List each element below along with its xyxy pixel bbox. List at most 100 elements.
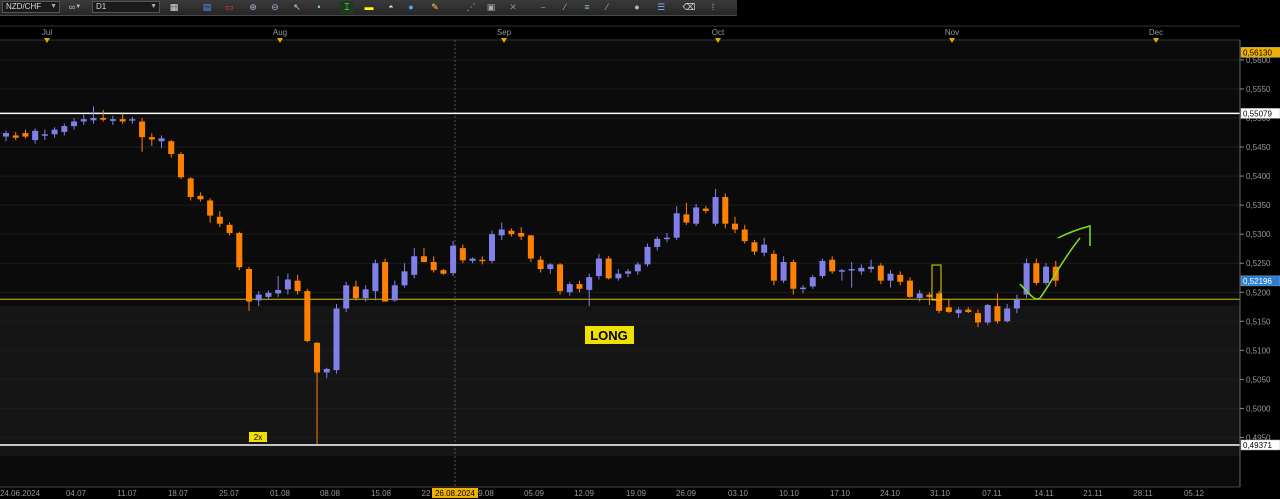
candle-body: [712, 196, 719, 224]
candle-body: [634, 264, 641, 272]
price-tick-label: 0,5150: [1246, 317, 1271, 326]
candle-body: [401, 271, 408, 286]
candle-body: [858, 267, 865, 272]
candle-body: [702, 208, 709, 211]
candle-body: [80, 119, 87, 122]
candle-body: [187, 178, 194, 197]
candle-body: [304, 291, 311, 342]
date-label: 18.07: [168, 489, 189, 498]
candle-body: [391, 285, 398, 301]
top-price-marker-text: 0,56130: [1243, 48, 1272, 57]
candle-body: [984, 305, 991, 323]
candle-body: [323, 368, 330, 373]
candle-body: [168, 141, 175, 155]
candle-body: [770, 253, 777, 281]
candle-body: [663, 237, 670, 240]
price-tick-label: 0,5550: [1246, 85, 1271, 94]
candle-body: [868, 266, 875, 270]
candle-body: [90, 117, 97, 121]
candle-body: [547, 264, 554, 270]
price-tick-label: 0,5400: [1246, 172, 1271, 181]
candle-body: [877, 265, 884, 281]
top-axis-bg: [0, 26, 1240, 40]
candle-body: [595, 258, 602, 276]
date-label: 26.09: [676, 489, 697, 498]
candle-body: [246, 269, 252, 302]
candle-body: [489, 234, 495, 261]
candle-body: [1004, 308, 1011, 322]
date-label: 05.12: [1184, 489, 1205, 498]
price-tick-label: 0,5100: [1246, 346, 1271, 355]
candle-body: [586, 277, 593, 290]
candle-body: [693, 207, 700, 224]
resistance-price-marker-text: 0,55079: [1243, 109, 1272, 118]
candle-body: [732, 223, 738, 230]
candle-body: [537, 259, 544, 270]
multiplier-badge: 2x: [249, 432, 267, 442]
candle-body: [761, 244, 768, 253]
candle-body: [566, 284, 573, 293]
candle-body: [741, 229, 748, 242]
candle-body: [71, 121, 78, 127]
price-tick-label: 0,5050: [1246, 375, 1271, 384]
candle-body: [294, 280, 301, 292]
month-label: Jul: [42, 28, 52, 37]
candle-body: [177, 154, 184, 178]
candle-body: [430, 262, 437, 271]
date-label: 24.06.2024: [0, 489, 41, 498]
candle-body: [207, 200, 214, 216]
candle-body: [372, 263, 379, 292]
candle-body: [333, 308, 340, 371]
candle-body: [216, 216, 223, 224]
candle-body: [382, 262, 389, 302]
candle-body: [469, 258, 476, 261]
candle-body: [615, 273, 622, 279]
bottom-time-axis: 24.06.2024 04.07 11.07 18.07 25.07 01.08 08.08…: [0, 486, 1280, 499]
candle-body: [906, 280, 913, 297]
candle-body: [3, 133, 9, 137]
candle-body: [722, 196, 729, 224]
candle-body: [197, 195, 204, 200]
date-label: 22: [422, 489, 431, 498]
price-tick-label: 0,5300: [1246, 230, 1271, 239]
date-label: 31.10: [930, 489, 951, 498]
date-label: 01.08: [270, 489, 291, 498]
selected-date-label: 26.08.2024: [435, 489, 476, 498]
candle-body: [625, 271, 632, 274]
candle-body: [255, 294, 262, 301]
candle-body: [51, 129, 58, 135]
candle-body: [440, 270, 447, 274]
month-label: Sep: [497, 28, 512, 37]
date-label: 12.09: [574, 489, 595, 498]
candle-body: [965, 309, 972, 313]
chart-canvas[interactable]: Jul Aug Sep Oct Nov Dec LONG 2x 0,56000,55500…: [0, 0, 1280, 499]
date-label: 25.07: [219, 489, 240, 498]
date-label: 14.11: [1034, 489, 1054, 498]
candle-body: [916, 293, 923, 299]
candle-body: [22, 133, 29, 137]
candle-body: [809, 277, 816, 287]
candle-body: [508, 230, 515, 235]
candle-body: [362, 289, 369, 299]
candle-body: [32, 130, 39, 141]
candle-body: [158, 138, 165, 142]
candle-body: [955, 309, 962, 314]
candle-body: [343, 285, 350, 309]
month-label: Aug: [273, 28, 287, 37]
candle-body: [975, 313, 981, 323]
candle-body: [265, 292, 272, 297]
date-label: 04.07: [66, 489, 87, 498]
candle-body: [848, 269, 855, 271]
candle-body: [819, 260, 826, 276]
candle-body: [109, 119, 116, 121]
date-label: 07.11: [982, 489, 1002, 498]
candle-body: [576, 284, 583, 289]
date-label: 03.10: [728, 489, 749, 498]
candle-body: [605, 258, 612, 279]
multiplier-badge-text: 2x: [254, 433, 262, 442]
candle-body: [644, 246, 651, 265]
date-label: 9.08: [478, 489, 494, 498]
candle-body: [518, 233, 525, 237]
candle-body: [800, 287, 807, 290]
candle-body: [945, 307, 952, 313]
